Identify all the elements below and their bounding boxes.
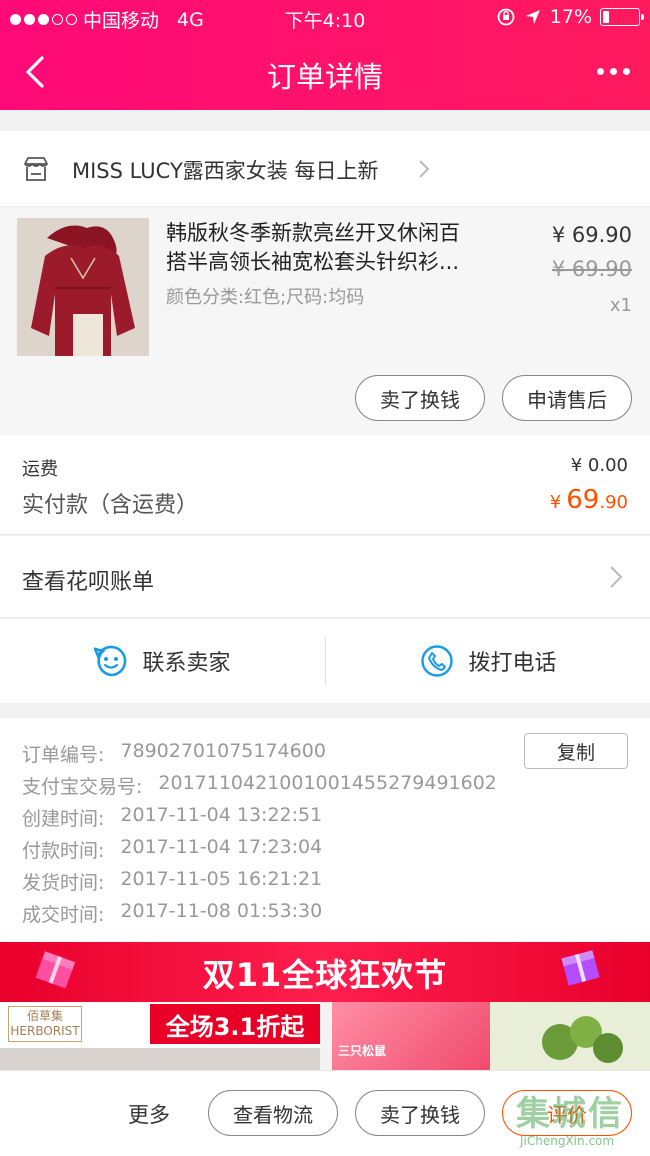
product-spec: 颜色分类:红色;尺码:均码 <box>166 287 365 308</box>
info-label: 成交时间: <box>22 904 105 926</box>
paid-decimal: .90 <box>599 492 628 513</box>
leaf-image <box>490 1002 650 1070</box>
store-icon <box>24 157 48 181</box>
paid-currency: ¥ <box>549 492 562 513</box>
copy-button[interactable]: 复制 <box>524 733 628 769</box>
shipping-label: 运费 <box>22 459 58 480</box>
order-info: 订单编号: 78902701075174600 复制 支付宝交易号: 20171… <box>0 718 650 942</box>
info-label: 支付宝交易号: <box>22 776 143 798</box>
product-title[interactable]: 韩版秋冬季新款亮丝开叉休闲百 搭半高领长袖宽松套头针织衫... <box>166 219 506 277</box>
huabei-bill-row[interactable]: 查看花呗账单 <box>0 536 650 618</box>
banner-left-ad[interactable]: 佰草集 HERBORIST 全场3.1折起 <box>0 1002 320 1070</box>
info-value: 2017-11-05 16:21:21 <box>120 868 323 890</box>
info-row-completed: 成交时间: 2017-11-08 01:53:30 <box>22 900 322 927</box>
paid-integer: 69 <box>566 485 600 515</box>
info-row-created: 创建时间: 2017-11-04 13:22:51 <box>22 804 322 831</box>
product-quantity: x1 <box>609 295 632 316</box>
info-row-paid: 付款时间: 2017-11-04 17:23:04 <box>22 836 322 863</box>
paid-amount: ¥ 69.90 <box>550 485 628 515</box>
rotation-lock-icon <box>497 8 515 26</box>
more-menu-icon[interactable] <box>597 68 630 75</box>
chat-smile-icon <box>94 645 127 677</box>
brand-tag: 佰草集 HERBORIST <box>8 1006 82 1042</box>
watermark: 集城信 JiChengXin.com <box>516 1086 636 1152</box>
product-image[interactable] <box>17 218 149 356</box>
info-value: 2017-11-04 13:22:51 <box>120 804 323 826</box>
more-button[interactable]: 更多 <box>128 1099 170 1129</box>
location-icon <box>525 10 540 24</box>
shipping-value: ¥ 0.00 <box>570 455 628 476</box>
sell-for-cash-button[interactable]: 卖了换钱 <box>355 375 485 421</box>
product-title-line1: 韩版秋冬季新款亮丝开叉休闲百 <box>166 221 460 245</box>
promo-banner[interactable]: 双11全球狂欢节 佰草集 HERBORIST 全场3.1折起 三只松鼠 <box>0 942 650 1070</box>
banner-title: 双11全球狂欢节 <box>202 956 448 994</box>
battery-icon <box>600 8 644 26</box>
request-aftersale-button[interactable]: 申请售后 <box>502 375 632 421</box>
info-value: 2017-11-04 17:23:04 <box>120 836 323 858</box>
status-right: 17% <box>496 6 644 28</box>
info-value: 78902701075174600 <box>120 740 326 762</box>
shop-row[interactable]: MISS LUCY露西家女装 每日上新 <box>0 131 650 207</box>
paid-amount-label: 实付款（含运费） <box>22 493 199 518</box>
shop-name: MISS LUCY露西家女装 每日上新 <box>72 159 379 183</box>
contact-bar: 联系卖家 拨打电话 <box>0 619 650 703</box>
contact-seller-button[interactable]: 联系卖家 <box>0 619 325 703</box>
brand-label: 三只松鼠 <box>338 1044 387 1058</box>
watermark-url: JiChengXin.com <box>520 1134 615 1148</box>
call-phone-button[interactable]: 拨打电话 <box>326 619 650 703</box>
view-logistics-button[interactable]: 查看物流 <box>208 1090 338 1136</box>
call-phone-label: 拨打电话 <box>468 651 557 676</box>
product-strip <box>0 1048 320 1070</box>
info-row-order-number: 订单编号: 78902701075174600 <box>22 740 326 767</box>
info-row-alipay-number: 支付宝交易号: 2017110421001001455279491602 <box>22 772 497 799</box>
product-title-line2: 搭半高领长袖宽松套头针织衫... <box>166 250 460 274</box>
watermark-text: 集城信 <box>516 1094 624 1134</box>
product-price: ¥ 69.90 <box>551 223 632 247</box>
info-value: 2017-11-08 01:53:30 <box>120 900 323 922</box>
phone-icon <box>421 645 454 677</box>
brand-box: 三只松鼠 <box>332 1002 490 1070</box>
info-label: 发货时间: <box>22 872 105 894</box>
promo-text: 全场3.1折起 <box>150 1004 320 1044</box>
payment-summary: 运费 ¥ 0.00 实付款（含运费） ¥ 69.90 <box>0 435 650 535</box>
chevron-right-icon <box>419 160 430 178</box>
header: 中国移动 4G 下午4:10 17% 订单详情 <box>0 0 650 110</box>
order-item: 韩版秋冬季新款亮丝开叉休闲百 搭半高领长袖宽松套头针织衫... 颜色分类:红色;… <box>0 207 650 435</box>
banner-right-ad[interactable]: 三只松鼠 <box>332 1002 650 1070</box>
huabei-bill-label: 查看花呗账单 <box>22 570 155 595</box>
banner-header: 双11全球狂欢节 <box>0 942 650 1002</box>
product-original-price: ¥ 69.90 <box>551 257 632 281</box>
info-label: 订单编号: <box>22 744 105 766</box>
status-bar: 中国移动 4G 下午4:10 17% <box>0 0 650 36</box>
sell-for-cash-button-bottom[interactable]: 卖了换钱 <box>355 1090 485 1136</box>
chevron-right-icon <box>610 566 623 588</box>
contact-seller-label: 联系卖家 <box>142 651 231 676</box>
info-label: 付款时间: <box>22 840 105 862</box>
battery-percent: 17% <box>549 6 592 28</box>
nav-bar: 订单详情 <box>0 36 650 110</box>
info-value: 2017110421001001455279491602 <box>158 772 497 794</box>
info-row-shipped: 发货时间: 2017-11-05 16:21:21 <box>22 868 322 895</box>
info-label: 创建时间: <box>22 808 105 830</box>
page-title: 订单详情 <box>266 60 383 94</box>
